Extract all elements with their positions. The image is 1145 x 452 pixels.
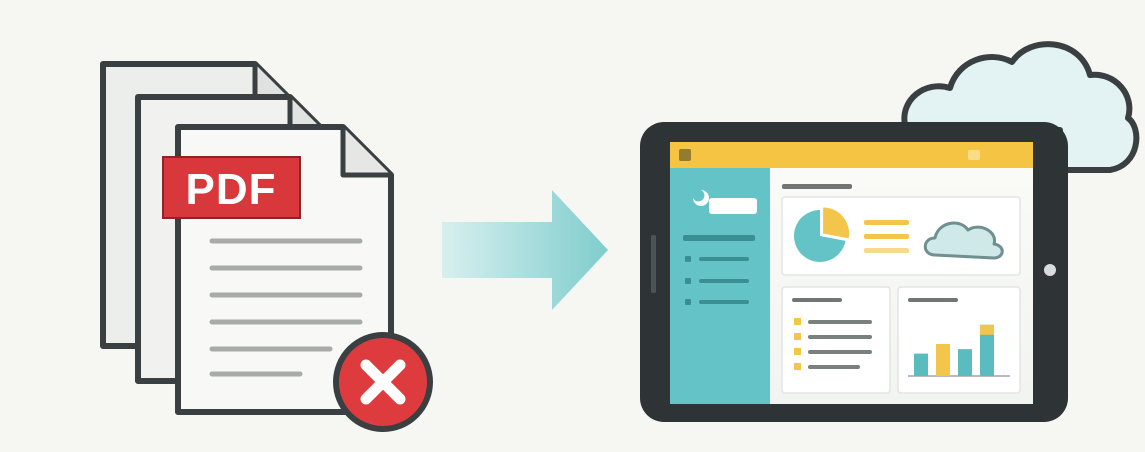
menu-icon <box>679 149 691 161</box>
illustration: PDF <box>0 0 1145 452</box>
arrow-right-icon <box>442 190 608 310</box>
document-stack: PDF <box>100 61 433 432</box>
error-status-icon <box>333 332 433 432</box>
legend-lines <box>864 220 909 253</box>
list-card-title <box>792 298 842 302</box>
pdf-badge: PDF <box>162 156 301 219</box>
tablet-device <box>640 122 1068 422</box>
tablet-side-button <box>651 235 656 293</box>
illustration-canvas: PDF <box>100 41 1140 432</box>
bar-2 <box>936 344 950 376</box>
tablet-camera <box>1044 264 1056 276</box>
bar-highlight-cap <box>980 324 994 335</box>
bar-1 <box>914 353 928 376</box>
chart-card <box>897 286 1021 394</box>
bar-3 <box>958 349 972 376</box>
main-heading <box>782 184 852 189</box>
topbar-status <box>968 150 980 160</box>
pdf-badge-label: PDF <box>186 165 277 214</box>
tablet-screen <box>670 142 1033 404</box>
chart-card-title <box>908 298 958 302</box>
